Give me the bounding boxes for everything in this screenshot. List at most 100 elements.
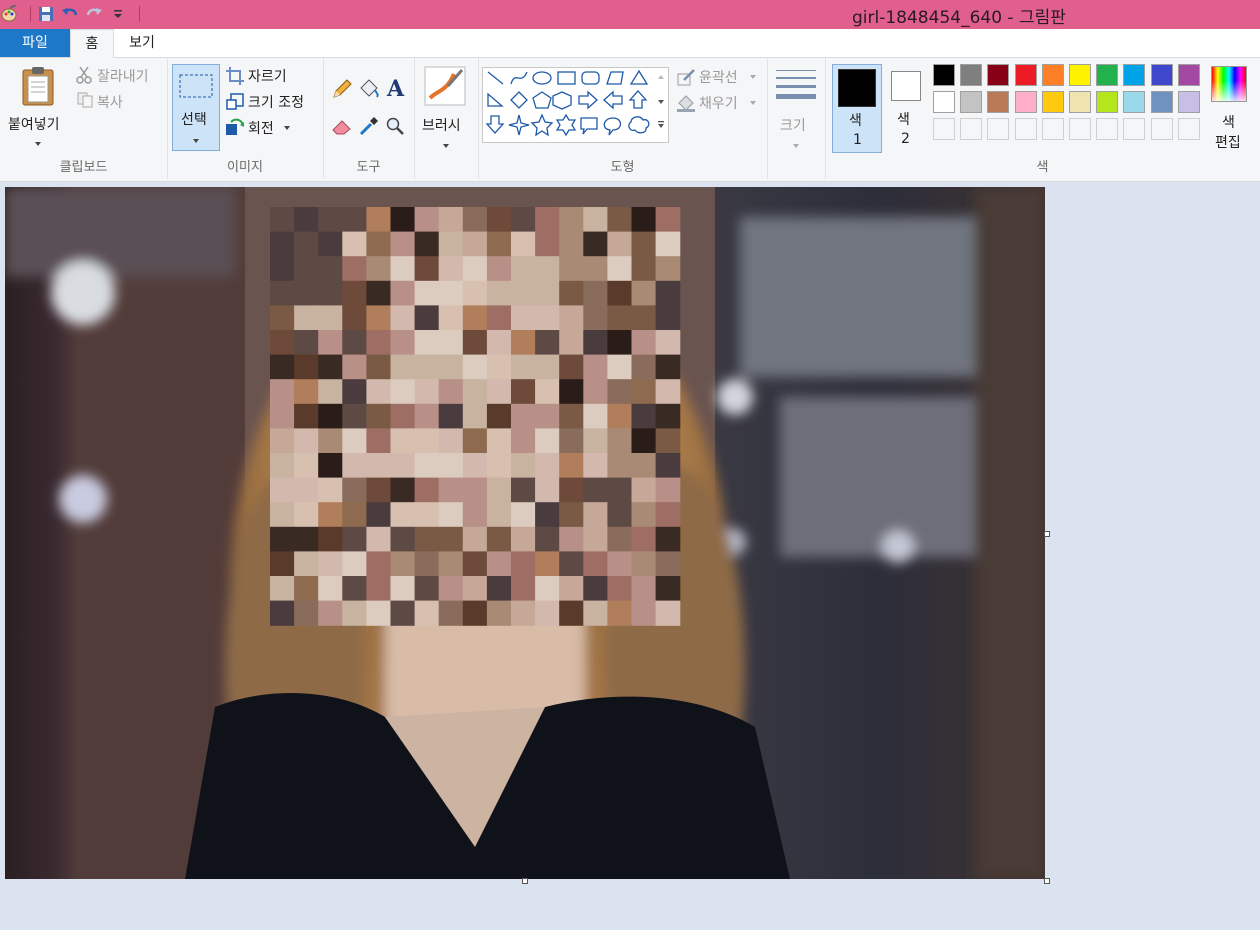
mosaic-tile xyxy=(583,600,608,626)
mosaic-tile xyxy=(438,526,464,552)
mosaic-tile xyxy=(294,453,319,479)
fill-icon[interactable] xyxy=(676,93,696,117)
text-icon[interactable]: A xyxy=(385,76,407,104)
rotate-dropdown-icon xyxy=(284,126,290,130)
palette-swatch[interactable] xyxy=(987,91,1010,113)
palette-empty-slot[interactable] xyxy=(960,118,983,140)
paste-button[interactable]: 붙여넣기 xyxy=(4,62,70,154)
palette-swatch[interactable] xyxy=(1123,91,1146,113)
palette-swatch[interactable] xyxy=(933,91,955,113)
palette-swatch[interactable] xyxy=(960,64,983,86)
colors-group: 색 1 색 2 색 편집 색 xyxy=(825,58,1260,179)
mosaic-tile xyxy=(342,477,367,503)
palette-swatch[interactable] xyxy=(1041,64,1064,86)
palette-empty-slot[interactable] xyxy=(933,118,955,140)
mosaic-tile xyxy=(414,428,440,454)
palette-swatch[interactable] xyxy=(987,64,1010,86)
palette-swatch[interactable] xyxy=(1096,91,1119,113)
select-button[interactable]: 선택 xyxy=(172,64,220,151)
color1-button[interactable]: 색 1 xyxy=(832,64,882,153)
mosaic-tile xyxy=(535,403,560,429)
copy-icon[interactable] xyxy=(77,92,93,112)
palette-swatch[interactable] xyxy=(960,91,983,113)
five-point-star-shape-icon xyxy=(530,113,554,137)
pencil-icon[interactable] xyxy=(331,78,353,104)
rotate-button[interactable]: 회전 xyxy=(248,118,274,138)
color-picker-icon[interactable] xyxy=(359,116,379,140)
mosaic-tile xyxy=(607,256,633,282)
palette-swatch[interactable] xyxy=(1014,91,1037,113)
copy-button[interactable]: 복사 xyxy=(97,92,123,112)
mosaic-tile xyxy=(294,330,319,356)
palette-empty-slot[interactable] xyxy=(1150,118,1173,140)
mosaic-tile xyxy=(342,453,367,479)
crop-icon[interactable] xyxy=(226,67,244,89)
palette-empty-slot[interactable] xyxy=(987,118,1010,140)
shapes-gallery[interactable] xyxy=(482,67,669,143)
palette-empty-slot[interactable] xyxy=(1096,118,1119,140)
mosaic-tile xyxy=(462,280,488,306)
palette-empty-slot[interactable] xyxy=(1069,118,1091,140)
brush-icon xyxy=(424,66,466,106)
mosaic-tile xyxy=(486,526,512,552)
fill-button[interactable]: 채우기 xyxy=(699,93,738,113)
crop-button[interactable]: 자르기 xyxy=(248,66,287,86)
color2-button[interactable]: 색 2 xyxy=(885,64,927,153)
palette-swatch[interactable] xyxy=(1069,64,1091,86)
tab-home[interactable]: 홈 xyxy=(70,29,114,59)
eraser-icon[interactable] xyxy=(331,116,353,140)
magnifier-icon[interactable] xyxy=(385,116,405,140)
edit-colors-button[interactable]: 색 편집 xyxy=(1206,64,1256,153)
palette-empty-slot[interactable] xyxy=(1177,118,1200,140)
palette-swatch[interactable] xyxy=(1041,91,1064,113)
palette-swatch[interactable] xyxy=(1069,91,1091,113)
mosaic-tile xyxy=(655,576,681,602)
palette-empty-slot[interactable] xyxy=(1041,118,1064,140)
image-canvas[interactable] xyxy=(5,187,1045,879)
shapes-gallery-scroll[interactable] xyxy=(654,67,668,141)
outline-button[interactable]: 윤곽선 xyxy=(699,67,738,87)
outline-icon[interactable] xyxy=(676,68,696,92)
mosaic-tile xyxy=(318,354,343,380)
redo-icon[interactable] xyxy=(85,5,103,23)
resize-handle-bottom[interactable] xyxy=(522,878,528,884)
fill-bucket-icon[interactable] xyxy=(358,78,380,104)
resize-icon[interactable] xyxy=(226,93,244,115)
mosaic-tile xyxy=(294,526,319,552)
cut-icon[interactable] xyxy=(76,66,92,88)
palette-empty-slot[interactable] xyxy=(1014,118,1037,140)
palette-swatch[interactable] xyxy=(933,64,955,86)
left-arrow-shape-icon xyxy=(603,90,623,110)
mosaic-tile xyxy=(631,305,657,331)
resize-button[interactable]: 크기 조정 xyxy=(248,92,304,112)
tab-view[interactable]: 보기 xyxy=(118,29,166,57)
palette-swatch[interactable] xyxy=(1123,64,1146,86)
palette-swatch[interactable] xyxy=(1150,91,1173,113)
tab-file[interactable]: 파일 xyxy=(0,29,70,57)
palette-swatch[interactable] xyxy=(1096,64,1119,86)
undo-icon[interactable] xyxy=(61,5,79,23)
mosaic-tile xyxy=(366,330,392,356)
cut-button[interactable]: 잘라내기 xyxy=(97,66,149,86)
mosaic-tile xyxy=(366,256,392,282)
palette-swatch[interactable] xyxy=(1014,64,1037,86)
mosaic-tile xyxy=(631,502,657,528)
palette-swatch[interactable] xyxy=(1177,91,1200,113)
mosaic-tile xyxy=(294,600,319,626)
resize-handle-right[interactable] xyxy=(1044,531,1050,537)
palette-swatch[interactable] xyxy=(1177,64,1200,86)
palette-empty-slot[interactable] xyxy=(1123,118,1146,140)
canvas-area[interactable] xyxy=(0,182,1260,930)
mosaic-tile xyxy=(655,526,681,552)
mosaic-tile xyxy=(270,280,295,306)
mosaic-tile xyxy=(414,576,440,602)
rotate-icon[interactable] xyxy=(225,118,245,140)
size-button[interactable]: 크기 xyxy=(771,64,821,151)
palette-swatch[interactable] xyxy=(1150,64,1173,86)
mosaic-tile xyxy=(414,207,440,233)
resize-handle-corner[interactable] xyxy=(1044,878,1050,884)
save-icon[interactable] xyxy=(37,5,55,23)
brushes-button[interactable]: 브러시 xyxy=(420,64,472,151)
paint-app-icon[interactable] xyxy=(0,5,18,23)
customize-dropdown-icon[interactable] xyxy=(109,5,127,23)
